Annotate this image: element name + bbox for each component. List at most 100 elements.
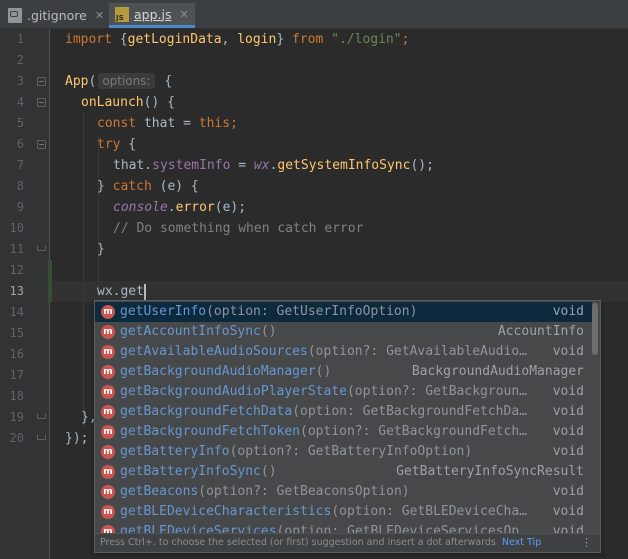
line-number: 8 <box>16 179 24 193</box>
text-caret <box>143 283 146 300</box>
method-name: getBeacons <box>120 484 199 499</box>
return-type: void <box>546 482 584 502</box>
line-number: 18 <box>9 389 24 403</box>
line-number: 7 <box>16 158 24 172</box>
code-line-20: }); <box>65 431 89 446</box>
more-options-icon[interactable]: ⋮ <box>581 534 592 552</box>
completion-scrollbar[interactable] <box>592 303 598 355</box>
completion-signature: getBackgroundFetchToken(option?: GetBack… <box>120 422 527 442</box>
completion-signature: getAccountInfoSync() <box>120 322 277 342</box>
method-params: (option: GetBLEDeviceCha… <box>331 504 527 519</box>
return-type: void <box>546 422 584 442</box>
return-type: void <box>546 502 584 522</box>
line-number: 10 <box>9 221 24 235</box>
method-params: (option?: GetBeaconsOption) <box>198 484 410 499</box>
code-line-5: const that = this; <box>97 116 238 131</box>
method-name: getBLEDeviceCharacteristics <box>120 504 332 519</box>
completion-item[interactable]: m getBackgroundFetchData(option: GetBackg… <box>95 402 592 422</box>
line-number: 5 <box>16 116 24 130</box>
js-file-icon: JS <box>115 6 129 22</box>
completion-item[interactable]: m getUserInfo(option: GetUserInfoOption) v… <box>95 302 592 322</box>
next-tip-link[interactable]: Next Tip <box>502 537 541 548</box>
completion-signature: getBatteryInfo(option?: GetBatteryInfoOp… <box>120 442 472 462</box>
completion-item[interactable]: m getBatteryInfo(option?: GetBatteryInfoO… <box>95 442 592 462</box>
completion-item[interactable]: m getBackgroundFetchToken(option?: GetBac… <box>95 422 592 442</box>
tab-label: app.js <box>134 6 172 22</box>
method-params: (option: GetUserInfoOption) <box>206 304 418 319</box>
close-icon[interactable]: ✕ <box>95 9 104 22</box>
code-line-7: that.systemInfo = wx.getSystemInfoSync()… <box>113 158 434 173</box>
method-icon: m <box>101 505 115 519</box>
method-params: () <box>260 464 277 479</box>
return-type: AccountInfo <box>491 322 584 342</box>
completion-item[interactable]: m getBatteryInfoSync() GetBatteryInfoSyncR… <box>95 462 592 482</box>
fold-end-icon[interactable] <box>37 245 46 251</box>
method-icon: m <box>101 325 115 339</box>
code-line-9: console.error(e); <box>113 200 247 215</box>
fold-toggle-icon[interactable] <box>37 98 46 107</box>
completion-signature: getUserInfo(option: GetUserInfoOption) <box>120 302 417 322</box>
code-line-3: App(options: { <box>65 73 173 89</box>
completion-item[interactable]: m getBackgroundAudioPlayerState(option?: … <box>95 382 592 402</box>
code-line-10: // Do something when catch error <box>113 221 364 236</box>
completion-item[interactable]: m getBeacons(option?: GetBeaconsOption) vo… <box>95 482 592 502</box>
line-number-gutter[interactable]: 1 2 3 4 5 6 7 8 9 10 11 12 13 14 15 16 1… <box>0 29 52 559</box>
code-line-8: } catch (e) { <box>97 179 199 194</box>
code-line-1: import {getLoginData, login} from "./log… <box>65 32 410 47</box>
return-type: BackgroundAudioManager <box>405 362 584 382</box>
parameter-hint: options: <box>98 73 155 89</box>
line-number: 14 <box>9 305 24 319</box>
line-number: 12 <box>9 263 24 277</box>
code-line-13: wx.get <box>97 283 146 300</box>
line-number: 20 <box>9 431 24 445</box>
code-line-11: } <box>97 242 105 257</box>
return-type: void <box>546 402 584 422</box>
completion-signature: getBLEDeviceCharacteristics(option: GetB… <box>120 502 527 522</box>
line-number-current: 13 <box>9 284 24 298</box>
line-number: 17 <box>9 368 24 382</box>
line-number: 4 <box>16 95 24 109</box>
method-icon: m <box>101 445 115 459</box>
method-icon: m <box>101 485 115 499</box>
method-name: getBatteryInfo <box>120 444 230 459</box>
fold-toggle-icon[interactable] <box>37 77 46 86</box>
line-number: 1 <box>16 32 24 46</box>
completion-item[interactable]: m getBackgroundAudioManager() BackgroundAu… <box>95 362 592 382</box>
completion-hint-text: Press Ctrl+. to choose the selected (or … <box>100 537 496 548</box>
line-number: 16 <box>9 347 24 361</box>
method-params: (option?: GetAvailableAudio… <box>307 344 527 359</box>
fold-end-icon[interactable] <box>37 413 46 419</box>
return-type: void <box>546 342 584 362</box>
completion-item[interactable]: m getAvailableAudioSources(option?: GetAv… <box>95 342 592 362</box>
close-icon[interactable]: ✕ <box>180 8 189 21</box>
line-number: 3 <box>16 74 24 88</box>
method-name: getUserInfo <box>120 304 207 319</box>
completion-signature: getBackgroundAudioManager() <box>120 362 331 382</box>
method-params: (option: GetBackgroundFetchDa… <box>292 404 527 419</box>
completion-signature: getBackgroundFetchData(option: GetBackgr… <box>120 402 527 422</box>
line-number: 19 <box>9 410 24 424</box>
tab-label: .gitignore <box>27 8 87 23</box>
completion-signature: getAvailableAudioSources(option?: GetAva… <box>120 342 527 362</box>
completion-signature: getBackgroundAudioPlayerState(option?: G… <box>120 382 527 402</box>
editor-tab-bar: .gitignore ✕ JS app.js ✕ <box>0 0 628 29</box>
line-number: 2 <box>16 53 24 67</box>
method-icon: m <box>101 365 115 379</box>
fold-end-icon[interactable] <box>37 434 46 440</box>
tab-app-js[interactable]: JS app.js ✕ <box>109 3 195 28</box>
code-completion-popup[interactable]: m getUserInfo(option: GetUserInfoOption) v… <box>94 300 601 553</box>
return-type: void <box>546 382 584 402</box>
completion-item[interactable]: m getBLEDeviceCharacteristics(option: Get… <box>95 502 592 522</box>
method-params: () <box>260 324 277 339</box>
completion-item[interactable]: m getAccountInfoSync() AccountInfo <box>95 322 592 342</box>
method-name: getAccountInfoSync <box>120 324 261 339</box>
method-icon: m <box>101 465 115 479</box>
method-name: getBackgroundFetchData <box>120 404 293 419</box>
line-number: 6 <box>16 137 24 151</box>
method-name: getAvailableAudioSources <box>120 344 308 359</box>
return-type: GetBatteryInfoSyncResult <box>390 462 584 482</box>
tab-gitignore[interactable]: .gitignore ✕ <box>8 3 106 28</box>
return-type: void <box>546 302 584 322</box>
fold-toggle-icon[interactable] <box>37 140 46 149</box>
method-icon: m <box>101 385 115 399</box>
